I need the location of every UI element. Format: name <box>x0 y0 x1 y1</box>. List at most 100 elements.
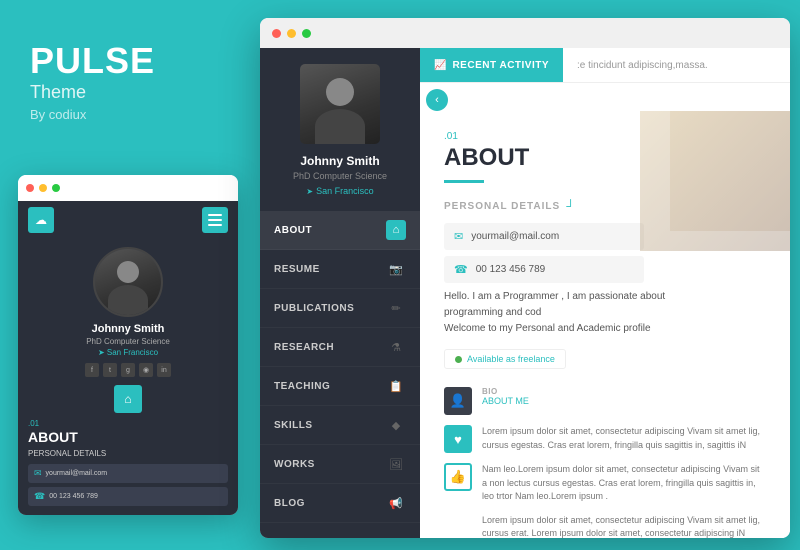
nav-label-blog: BLOG <box>274 498 305 509</box>
bio-text-1: Lorem ipsum dolor sit amet, consectetur … <box>482 425 766 452</box>
phone-value: 00 123 456 789 <box>476 264 546 275</box>
menu-line <box>208 214 222 216</box>
nav-label-skills: SKILLS <box>274 420 313 431</box>
mobile-dot-yellow <box>39 184 47 192</box>
sidebar-item-publications[interactable]: PUBLICATIONS ✏ <box>260 289 420 328</box>
bio-content: BIO ABOUT ME <box>482 387 529 409</box>
nav-icon-publications: ✏ <box>386 298 406 318</box>
mobile-email-icon: ✉ <box>34 468 42 479</box>
mobile-phone-icon: ☎ <box>34 491 45 502</box>
mobile-top-bar <box>18 175 238 201</box>
activity-icon: 📈 <box>434 60 446 71</box>
mobile-rss-icon[interactable]: ◉ <box>139 363 153 377</box>
bio-text-row-3: Lorem ipsum dolor sit amet, consectetur … <box>444 514 766 539</box>
sidebar-item-teaching[interactable]: TEACHING 📋 <box>260 367 420 406</box>
sidebar-item-blog[interactable]: BLOG 📢 <box>260 484 420 523</box>
mobile-section-title: ABOUT <box>18 429 78 445</box>
freelance-text: Available as freelance <box>467 354 555 364</box>
branding-block: PULSE Theme By codiux <box>30 40 155 122</box>
sidebar-avatar <box>300 64 380 144</box>
bio-sublabel: ABOUT ME <box>482 396 529 406</box>
sidebar-item-research[interactable]: RESEARCH ⚗ <box>260 328 420 367</box>
mobile-facebook-icon[interactable]: f <box>85 363 99 377</box>
main-top-bar <box>260 18 790 48</box>
sidebar-subtitle: PhD Computer Science <box>293 171 387 181</box>
content-area: .01 ABOUT PERSONAL DETAILS ✉ yourmail@ma… <box>420 111 790 538</box>
activity-preview-text: :e tincidunt adipiscing,massa. <box>563 60 708 71</box>
mobile-google-icon[interactable]: g <box>121 363 135 377</box>
email-value: yourmail@mail.com <box>471 231 559 242</box>
nav-icon-skills: ◆ <box>386 415 406 435</box>
section-divider <box>444 180 484 183</box>
menu-line <box>208 224 222 226</box>
sidebar-item-skills[interactable]: SKILLS ◆ <box>260 406 420 445</box>
sidebar-item-resume[interactable]: RESUME 📷 <box>260 250 420 289</box>
mobile-email-text: yourmail@mail.com <box>46 470 108 477</box>
nav-icon-about: ⌂ <box>386 220 406 240</box>
sidebar-name: Johnny Smith <box>300 154 379 168</box>
bio-label: BIO <box>482 387 529 396</box>
mobile-avatar <box>93 247 163 317</box>
main-dot-green <box>302 29 311 38</box>
sidebar-item-about[interactable]: ABOUT ⌂ <box>260 211 420 250</box>
brand-subtitle: Theme <box>30 82 155 103</box>
mobile-dot-red <box>26 184 34 192</box>
sidebar: Johnny Smith PhD Computer Science ➤ San … <box>260 48 420 538</box>
sidebar-nav: ABOUT ⌂ RESUME 📷 PUBLICATIONS ✏ RESEARCH… <box>260 211 420 538</box>
mobile-avatar-img <box>95 249 161 315</box>
nav-label-research: RESEARCH <box>274 342 334 353</box>
brand-author: By codiux <box>30 107 155 122</box>
mobile-phone-text: 00 123 456 789 <box>49 493 98 500</box>
bio-section: 👤 BIO ABOUT ME ♥ Lorem ipsum dolor sit a… <box>444 387 766 538</box>
mobile-home-button[interactable]: ⌂ <box>114 385 142 413</box>
sidebar-location-text: San Francisco <box>316 186 374 196</box>
mobile-location: ➤ San Francisco <box>98 348 158 357</box>
nav-icon-blog: 📢 <box>386 493 406 513</box>
email-icon: ✉ <box>454 230 463 243</box>
nav-icon-works: 🖼 <box>386 454 406 474</box>
sidebar-item-works[interactable]: WORKS 🖼 <box>260 445 420 484</box>
main-preview: Johnny Smith PhD Computer Science ➤ San … <box>260 18 790 538</box>
bio-row: 👤 BIO ABOUT ME <box>444 387 766 415</box>
freelance-status-dot <box>455 356 462 363</box>
sidebar-item-contact[interactable]: CONTACT ✈ <box>260 523 420 538</box>
mobile-twitter-icon[interactable]: t <box>103 363 117 377</box>
bio-person-icon: 👤 <box>444 387 472 415</box>
mobile-preview: ☁ Johnny Smith PhD Computer Science ➤ Sa… <box>18 175 238 515</box>
bio-text-row-2: 👍 Nam leo.Lorem ipsum dolor sit amet, co… <box>444 463 766 504</box>
nav-label-publications: PUBLICATIONS <box>274 303 354 314</box>
main-content: Johnny Smith PhD Computer Science ➤ San … <box>260 48 790 538</box>
mobile-location-text: San Francisco <box>107 348 158 357</box>
nav-icon-resume: 📷 <box>386 259 406 279</box>
mobile-header: ☁ <box>18 201 238 239</box>
mobile-body: ☁ Johnny Smith PhD Computer Science ➤ Sa… <box>18 201 238 515</box>
mobile-linkedin-icon[interactable]: in <box>157 363 171 377</box>
back-button[interactable]: ‹ <box>426 89 448 111</box>
mobile-dot-green <box>52 184 60 192</box>
activity-tab-label: RECENT ACTIVITY <box>452 60 549 71</box>
main-panel: 📈 RECENT ACTIVITY :e tincidunt adipiscin… <box>420 48 790 538</box>
phone-icon: ☎ <box>454 263 468 276</box>
mobile-title: PhD Computer Science <box>86 337 170 346</box>
nav-label-works: WORKS <box>274 459 315 470</box>
mobile-email-row: ✉ yourmail@mail.com <box>28 464 228 483</box>
mobile-menu-icon[interactable] <box>202 207 228 233</box>
menu-line <box>208 219 222 221</box>
mobile-name: Johnny Smith <box>92 323 165 335</box>
activity-tab[interactable]: 📈 RECENT ACTIVITY <box>420 48 563 82</box>
bio-text-row-1: ♥ Lorem ipsum dolor sit amet, consectetu… <box>444 425 766 453</box>
nav-label-about: ABOUT <box>274 225 312 236</box>
mobile-cloud-icon: ☁ <box>28 207 54 233</box>
main-dot-yellow <box>287 29 296 38</box>
nav-icon-contact: ✈ <box>386 532 406 538</box>
nav-label-resume: RESUME <box>274 264 320 275</box>
phone-field: ☎ 00 123 456 789 <box>444 256 644 283</box>
email-field: ✉ yourmail@mail.com <box>444 223 644 250</box>
location-arrow-icon: ➤ <box>98 348 105 357</box>
nav-label-teaching: TEACHING <box>274 381 330 392</box>
main-dot-red <box>272 29 281 38</box>
bio-outline-icon: 👍 <box>444 463 472 491</box>
nav-icon-research: ⚗ <box>386 337 406 357</box>
hello-text: Hello. I am a Programmer , I am passiona… <box>444 289 766 337</box>
bio-text-3: Lorem ipsum dolor sit amet, consectetur … <box>482 514 766 539</box>
